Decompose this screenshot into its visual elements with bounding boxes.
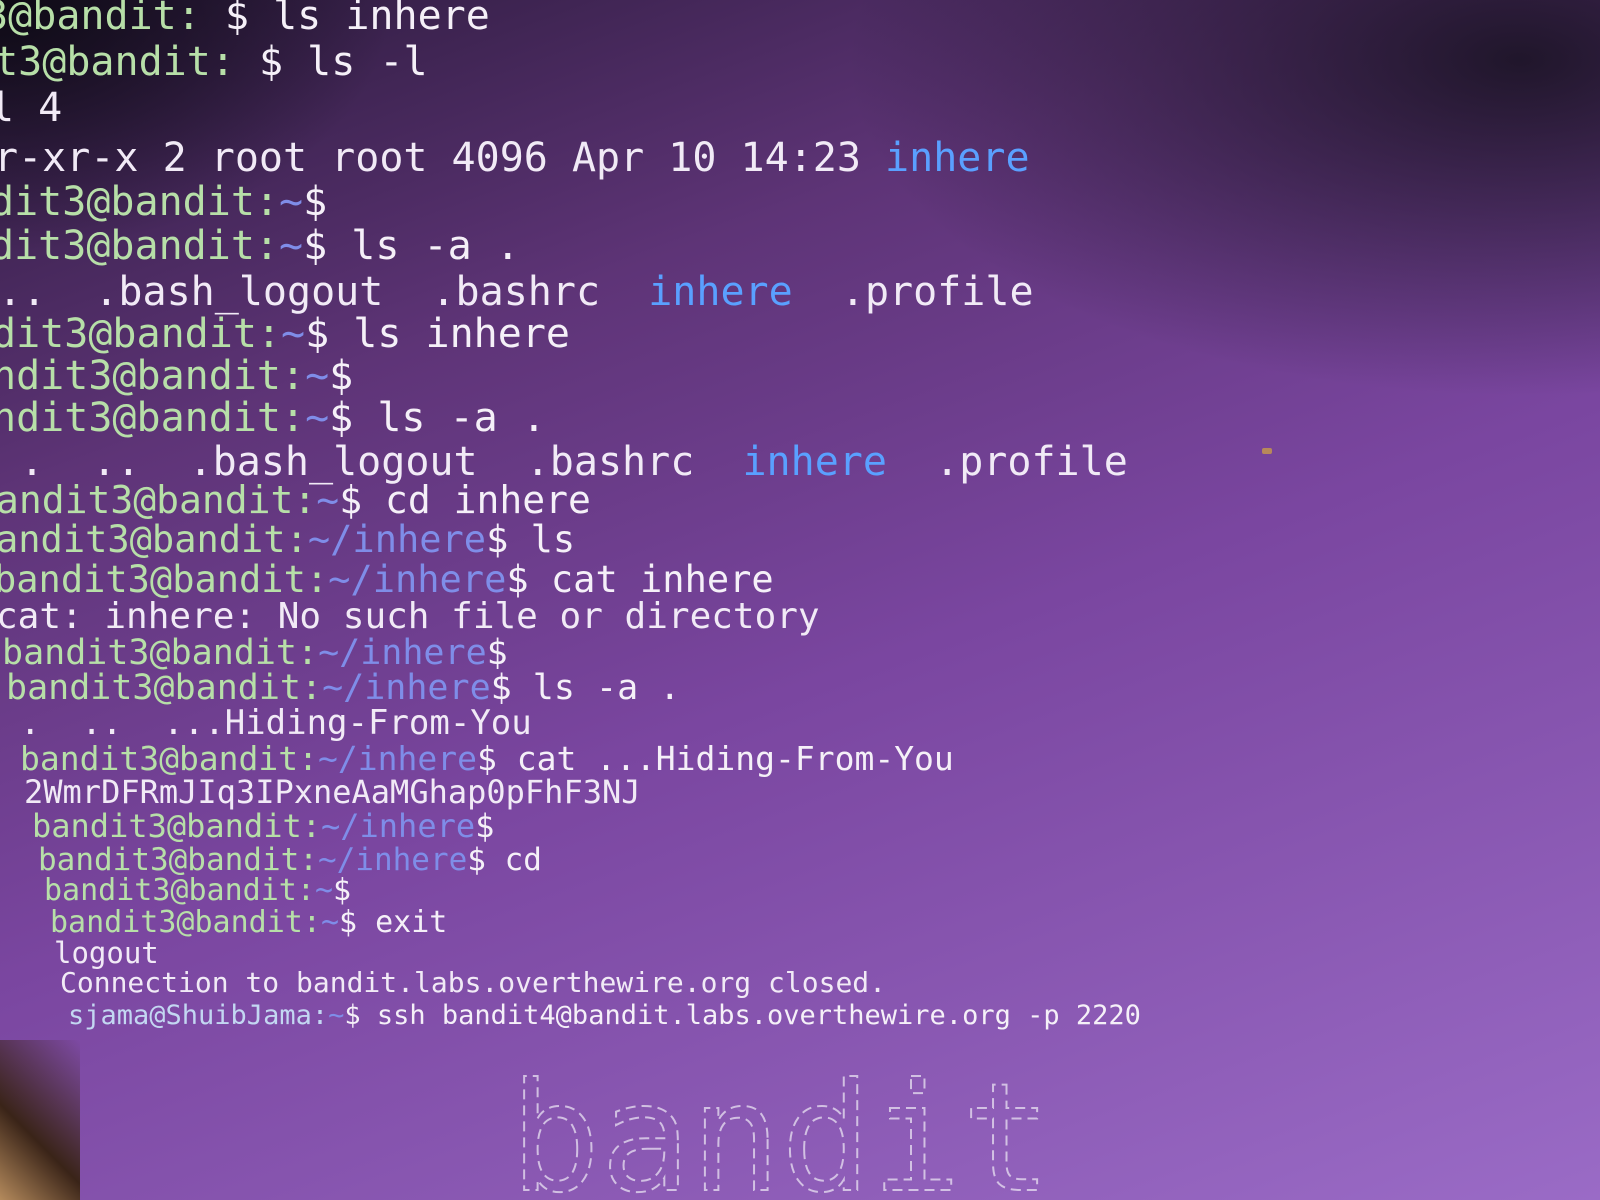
output-text: logout	[54, 936, 159, 970]
terminal-line: bandit3@bandit:~/inhere$	[2, 634, 508, 672]
command-text: $ ls -a .	[329, 395, 546, 441]
output-text: Connection to bandit.labs.overthewire.or…	[60, 966, 887, 999]
command-text: $ cat inhere	[506, 558, 774, 601]
prompt-path	[235, 39, 259, 85]
prompt-user: sjama@ShuibJama:	[68, 1000, 329, 1031]
prompt-path: ~	[280, 311, 306, 357]
prompt-path: ~	[305, 395, 330, 441]
prompt-user: t3@bandit:	[0, 0, 201, 39]
terminal-line: r-xr-x 2 root root 4096 Apr 10 14:23 inh…	[0, 136, 1030, 180]
terminal-line: bandit3@bandit:~$	[44, 876, 351, 906]
command-text: $ ssh bandit4@bandit.labs.overthewire.or…	[344, 1000, 1141, 1031]
prompt-user: bandit3@bandit:	[0, 558, 329, 601]
prompt-path: ~/inhere	[307, 518, 487, 561]
terminal-line: logout	[54, 938, 159, 968]
terminal-line: l 4	[0, 86, 62, 130]
command-text: $	[486, 633, 508, 673]
terminal-line[interactable]: sjama@ShuibJama:~$ ssh bandit4@bandit.la…	[68, 1002, 1141, 1030]
prompt-user: ndit3@bandit:	[0, 353, 306, 399]
prompt-user: dit3@bandit:	[0, 223, 279, 269]
prompt-user: andit3@bandit:	[0, 518, 308, 561]
output-text: l 4	[0, 85, 63, 131]
prompt-path: ~/inhere	[320, 807, 476, 845]
output-text: .profile	[792, 269, 1034, 315]
prompt-user: bandit3@bandit:	[32, 807, 321, 845]
terminal-line: bandit3@bandit:~/inhere$ cat inhere	[0, 560, 774, 600]
terminal-line: Connection to bandit.labs.overthewire.or…	[60, 968, 886, 998]
prompt-path: ~/inhere	[328, 558, 507, 601]
command-text: $ exit	[339, 905, 448, 940]
prompt-path: ~	[278, 223, 304, 269]
bandit-ascii-banner: bandit	[500, 1051, 1053, 1200]
prompt-user: ndit3@bandit:	[0, 395, 306, 441]
terminal-line: bandit3@bandit:~/inhere$	[32, 810, 494, 842]
command-text: $	[475, 807, 495, 845]
terminal-line: dit3@bandit:~$ ls -a .	[0, 224, 520, 268]
output-text: cat: inhere: No such file or directory	[0, 596, 820, 637]
prompt-path	[201, 0, 225, 39]
terminal-line: bandit3@bandit:~/inhere$ cd	[38, 844, 542, 876]
command-text: $ ls inhere	[224, 0, 490, 39]
prompt-path: ~/inhere	[322, 668, 491, 708]
terminal-window[interactable]: t3@bandit: $ ls inhere it3@bandit: $ ls …	[0, 0, 1600, 1200]
prompt-path: ~	[278, 179, 304, 225]
command-text: $ cd	[467, 842, 542, 878]
command-text: $	[303, 179, 328, 225]
command-text: $	[333, 873, 352, 908]
password-output: 2WmrDFRmJIq3IPxneAaMGhap0pFhF3NJ	[24, 773, 641, 811]
command-text: $ ls -l	[259, 39, 428, 85]
terminal-line: andit3@bandit:~/inhere$ ls	[0, 520, 575, 560]
prompt-path: ~	[305, 353, 330, 399]
terminal-line: . .. ...Hiding-From-You	[20, 706, 532, 740]
prompt-user: bandit3@bandit:	[44, 873, 315, 908]
prompt-path: ~	[328, 1000, 345, 1031]
terminal-line: ndit3@bandit:~$	[0, 354, 353, 398]
command-text: $	[329, 353, 354, 399]
screen-speck	[1262, 448, 1272, 454]
terminal-line: dit3@bandit:~$	[0, 180, 327, 224]
output-text: .profile	[886, 439, 1128, 485]
command-text: $ cd inhere	[339, 478, 591, 522]
output-text: . .. ...Hiding-From-You	[20, 703, 532, 743]
prompt-user: bandit3@bandit:	[2, 633, 319, 673]
output-text: r-xr-x 2 root root 4096 Apr 10 14:23	[0, 135, 886, 181]
terminal-line: andit3@bandit:~$ cd inhere	[0, 480, 591, 520]
prompt-path: ~	[316, 478, 340, 522]
terminal-line: it3@bandit: $ ls -l	[0, 40, 428, 84]
terminal-line: bandit3@bandit:~/inhere$ ls -a .	[6, 670, 680, 706]
directory-name: inhere	[885, 135, 1030, 181]
banner-text: bandit	[510, 1060, 1040, 1200]
terminal-line: ndit3@bandit:~$ ls -a .	[0, 396, 546, 440]
command-text: $ ls	[486, 518, 576, 561]
prompt-path: ~	[314, 873, 333, 908]
directory-name: inhere	[648, 269, 793, 315]
terminal-line: 2WmrDFRmJIq3IPxneAaMGhap0pFhF3NJ	[24, 776, 641, 808]
terminal-line: bandit3@bandit:~/inhere$ cat ...Hiding-F…	[20, 742, 954, 776]
command-text: $ ls inhere	[305, 311, 570, 357]
terminal-line: bandit3@bandit:~$ exit	[50, 908, 447, 938]
output-text: .. .bash_logout .bashrc	[0, 269, 649, 315]
banner-art-icon: bandit	[509, 1051, 1053, 1200]
terminal-line: dit3@bandit:~$ ls inhere	[0, 312, 570, 356]
terminal-line: .. .bash_logout .bashrc inhere .profile	[0, 270, 1034, 314]
prompt-user: dit3@bandit:	[0, 179, 279, 225]
prompt-user: it3@bandit:	[0, 39, 235, 85]
directory-name: inhere	[742, 439, 887, 485]
prompt-user: bandit3@bandit:	[50, 905, 321, 940]
command-text: $ ls -a .	[303, 223, 520, 269]
terminal-line: t3@bandit: $ ls inhere	[0, 0, 490, 38]
command-text: $ ls -a .	[490, 668, 681, 708]
prompt-user: bandit3@bandit:	[6, 668, 323, 708]
prompt-user: andit3@bandit:	[0, 478, 317, 522]
terminal-line: cat: inhere: No such file or directory	[0, 598, 820, 636]
prompt-user: dit3@bandit:	[0, 311, 281, 357]
prompt-path: ~	[320, 905, 339, 940]
prompt-path: ~/inhere	[318, 633, 487, 673]
